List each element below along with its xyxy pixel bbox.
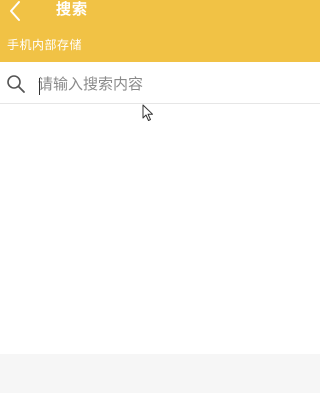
- search-screen: 搜索 手机内部存储: [0, 0, 320, 393]
- header-bar: 搜索: [0, 0, 320, 24]
- search-input[interactable]: [38, 72, 308, 96]
- text-caret: [39, 78, 40, 95]
- back-button[interactable]: [2, 0, 28, 26]
- search-results-area: [0, 104, 320, 354]
- mouse-pointer-icon: [142, 104, 153, 121]
- bottom-strip: [0, 354, 320, 393]
- search-icon: [7, 75, 25, 93]
- storage-location-bar: 手机内部存储: [0, 24, 320, 62]
- search-bar: [0, 62, 320, 104]
- chevron-left-icon: [10, 1, 20, 21]
- storage-location-label: 手机内部存储: [7, 38, 83, 52]
- page-title: 搜索: [56, 0, 89, 18]
